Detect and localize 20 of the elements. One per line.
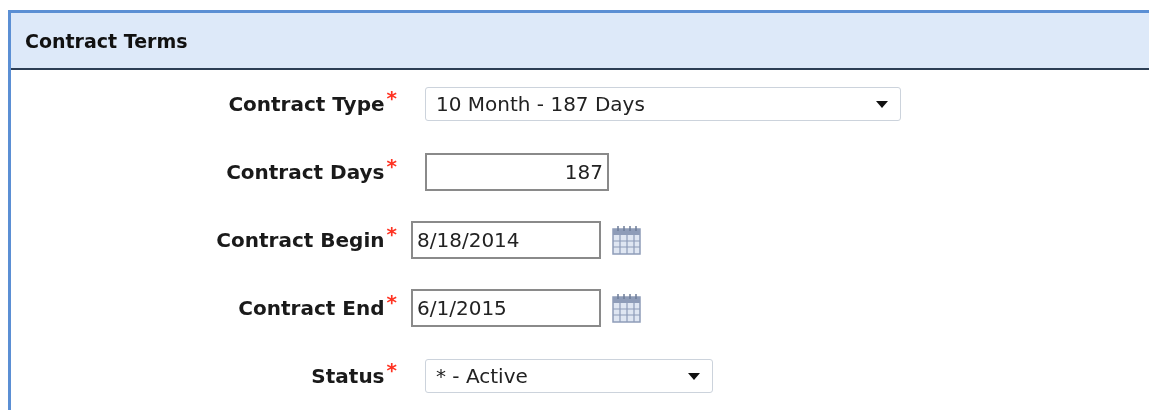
- date-field[interactable]: 6/1/2015: [411, 289, 601, 327]
- dropdown[interactable]: 10 Month - 187 Days: [425, 87, 901, 121]
- caret-icon[interactable]: [876, 100, 888, 108]
- date-field[interactable]: 8/18/2014: [411, 221, 601, 259]
- calendar-icon[interactable]: [611, 224, 643, 256]
- required-mark: *: [386, 290, 397, 314]
- field-label: Contract Begin: [216, 228, 385, 252]
- dropdown[interactable]: * - Active: [425, 359, 713, 393]
- input-field[interactable]: 187: [425, 153, 609, 191]
- required-mark: *: [386, 222, 397, 246]
- field-label: Status: [311, 364, 385, 388]
- panel-title: Contract Terms: [25, 29, 188, 52]
- field-label: Contract Type: [228, 92, 385, 116]
- caret-icon[interactable]: [688, 372, 700, 380]
- calendar-icon[interactable]: [611, 292, 643, 324]
- required-mark: *: [386, 86, 397, 110]
- field-label: Contract Days: [226, 160, 385, 184]
- required-mark: *: [386, 358, 397, 382]
- required-mark: *: [386, 154, 397, 178]
- field-label: Contract End: [238, 296, 385, 320]
